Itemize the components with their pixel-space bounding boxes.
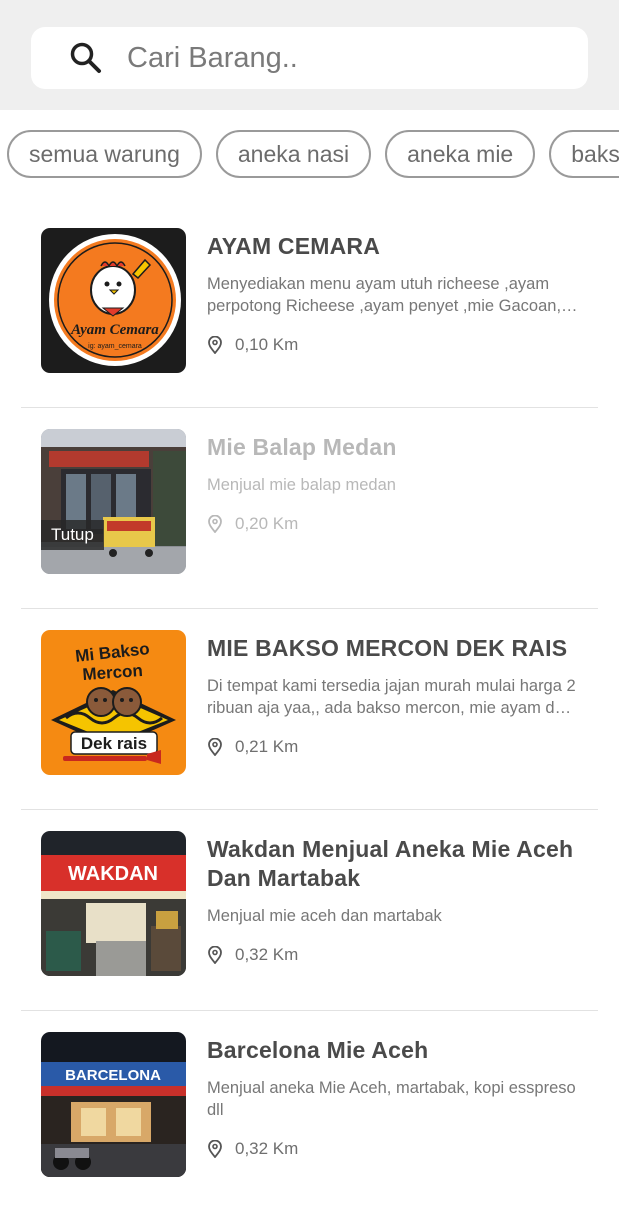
store-item[interactable]: Mi Bakso Mercon Dek rais MIE BAKSO MERCO… [21, 609, 598, 810]
store-description: Di tempat kami tersedia jajan murah mula… [207, 677, 576, 717]
search-header [0, 0, 619, 110]
store-name: Wakdan Menjual Aneka Mie Aceh Dan Martab… [207, 836, 574, 891]
chip-aneka-mie[interactable]: aneka mie [385, 130, 536, 178]
chip-aneka-nasi[interactable]: aneka nasi [215, 130, 372, 178]
svg-text:Dek rais: Dek rais [81, 734, 147, 753]
store-photo: Tutup [41, 429, 186, 574]
store-photo: WAKDAN [41, 831, 186, 976]
store-description: Menjual aneka Mie Aceh, martabak, kopi e… [207, 1079, 576, 1119]
category-filter: semua warung aneka nasi aneka mie bakso [0, 130, 619, 182]
store-name: Mie Balap Medan [207, 434, 397, 460]
distance-label: 0,21 Km [235, 737, 299, 756]
store-list: Ayam Cemara ig: ayam_cemara AYAM CEMARA … [0, 228, 619, 1212]
location-pin-icon [208, 946, 222, 964]
store-distance: 0,32 Km [207, 1139, 580, 1159]
distance-label: 0,32 Km [235, 1139, 299, 1158]
chip-semua-warung[interactable]: semua warung [7, 130, 202, 178]
store-description: Menyediakan menu ayam utuh richeese ,aya… [207, 275, 562, 315]
store-logo: Ayam Cemara ig: ayam_cemara [41, 228, 186, 373]
location-pin-icon [208, 336, 222, 354]
location-pin-icon [208, 515, 222, 533]
svg-text:ig: ayam_cemara: ig: ayam_cemara [88, 343, 142, 350]
search-input[interactable] [125, 40, 509, 76]
closed-badge: Tutup [41, 520, 104, 550]
store-distance: 0,32 Km [207, 945, 580, 965]
store-item[interactable]: Tutup Mie Balap Medan Menjual mie balap … [21, 408, 598, 609]
distance-label: 0,10 Km [235, 335, 299, 354]
store-logo: Mi Bakso Mercon Dek rais [41, 630, 186, 775]
store-name: MIE BAKSO MERCON DEK RAIS [207, 635, 568, 661]
search-icon [70, 42, 101, 73]
svg-text:BARCELONA: BARCELONA [65, 1067, 161, 1084]
store-item[interactable]: Ayam Cemara ig: ayam_cemara AYAM CEMARA … [21, 228, 598, 408]
distance-label: 0,32 Km [235, 945, 299, 964]
store-name: AYAM CEMARA [207, 233, 381, 259]
store-distance: 0,10 Km [207, 335, 580, 355]
search-bar[interactable] [31, 27, 588, 89]
store-name: Barcelona Mie Aceh [207, 1037, 429, 1063]
store-item[interactable]: WAKDAN Wakdan Menjual Aneka Mie Aceh Dan… [21, 810, 598, 1011]
svg-text:WAKDAN: WAKDAN [68, 863, 158, 885]
svg-text:Ayam Cemara: Ayam Cemara [70, 322, 159, 338]
store-description: Menjual mie balap medan [207, 476, 396, 494]
store-photo: BARCELONA [41, 1032, 186, 1177]
store-distance: 0,21 Km [207, 737, 580, 757]
store-item[interactable]: BARCELONA Barcelona Mie Aceh Menjual ane… [21, 1011, 598, 1212]
chip-bakso[interactable]: bakso [549, 130, 619, 178]
location-pin-icon [208, 1140, 222, 1158]
store-distance: 0,20 Km [207, 514, 580, 534]
location-pin-icon [208, 738, 222, 756]
distance-label: 0,20 Km [235, 514, 299, 533]
store-description: Menjual mie aceh dan martabak [207, 907, 442, 925]
